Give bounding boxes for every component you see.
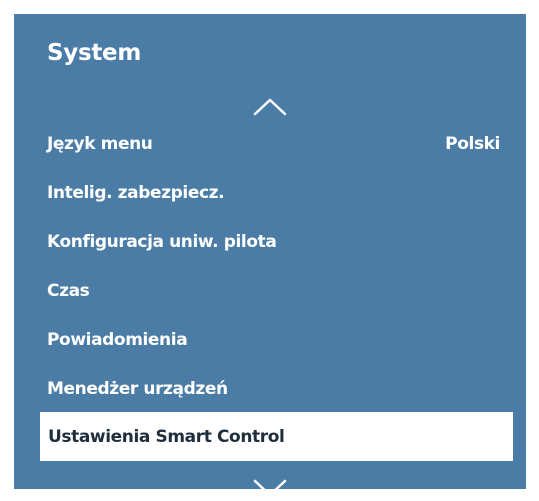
menu-item-language[interactable]: Język menu Polski	[14, 126, 526, 162]
menu-item-label: Intelig. zabezpiecz.	[47, 183, 225, 203]
menu-item-device-manager[interactable]: Menedżer urządzeń	[14, 371, 526, 407]
menu-item-notifications[interactable]: Powiadomienia	[14, 322, 526, 358]
menu-item-value: Polski	[445, 134, 500, 154]
menu-item-label: Menedżer urządzeń	[47, 379, 228, 399]
menu-item-time[interactable]: Czas	[14, 273, 526, 309]
menu-item-label: Powiadomienia	[47, 330, 188, 350]
menu-item-label: Konfiguracja uniw. pilota	[47, 232, 277, 252]
menu-item-smart-control-settings[interactable]: Ustawienia Smart Control	[40, 412, 513, 461]
panel-title: System	[47, 40, 142, 66]
chevron-down-icon[interactable]	[252, 478, 288, 498]
menu-item-label: Język menu	[47, 134, 153, 154]
menu-item-smart-security[interactable]: Intelig. zabezpiecz.	[14, 175, 526, 211]
system-settings-panel: System Język menu Polski Intelig. zabezp…	[14, 14, 526, 497]
menu-item-universal-remote[interactable]: Konfiguracja uniw. pilota	[14, 224, 526, 260]
menu-item-label: Ustawienia Smart Control	[48, 426, 285, 447]
chevron-up-icon[interactable]	[252, 97, 288, 117]
menu-item-label: Czas	[47, 281, 90, 301]
